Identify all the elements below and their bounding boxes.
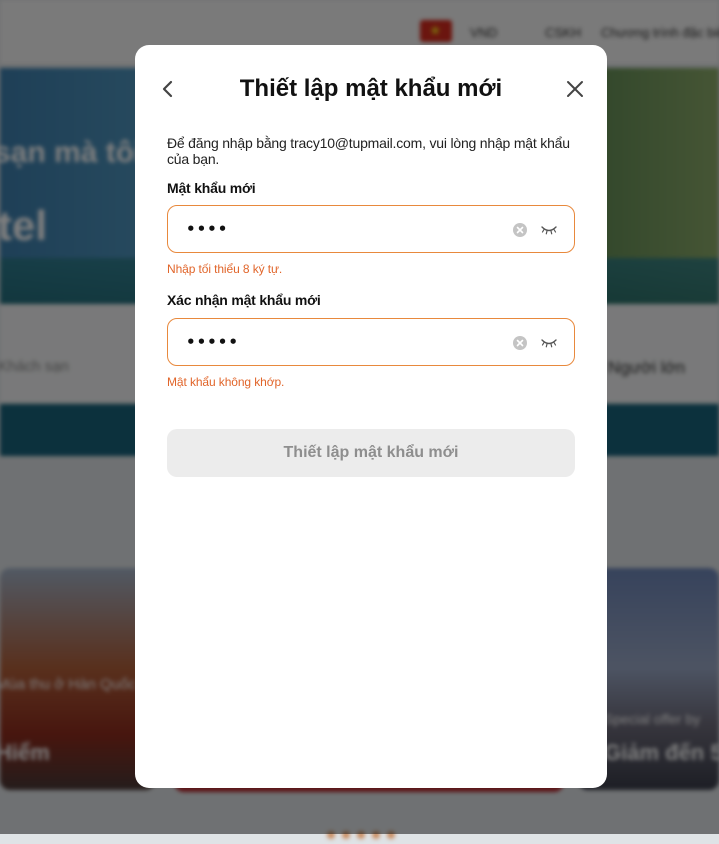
eye-closed-icon[interactable] (540, 337, 558, 349)
new-password-input[interactable] (186, 218, 486, 240)
modal-title: Thiết lập mật khẩu mới (239, 75, 503, 102)
close-button[interactable] (563, 77, 587, 101)
modal-description: Để đăng nhập bằng tracy10@tupmail.com, v… (167, 135, 570, 167)
clear-icon[interactable] (513, 223, 527, 237)
clear-icon[interactable] (513, 336, 527, 350)
new-password-error: Nhập tối thiểu 8 ký tự. (167, 262, 283, 276)
confirm-password-input[interactable] (186, 331, 486, 353)
reset-password-modal: Thiết lập mật khẩu mới Để đăng nhập bằng… (135, 45, 607, 788)
confirm-password-label: Xác nhận mật khẩu mới (167, 292, 321, 308)
eye-closed-icon[interactable] (540, 224, 558, 236)
confirm-password-error: Mật khẩu không khớp. (167, 375, 285, 389)
new-password-label: Mật khẩu mới (167, 180, 256, 196)
new-password-field[interactable] (167, 205, 575, 253)
close-icon (567, 81, 583, 97)
confirm-password-field[interactable] (167, 318, 575, 366)
set-new-password-button[interactable]: Thiết lập mật khẩu mới (167, 429, 575, 477)
